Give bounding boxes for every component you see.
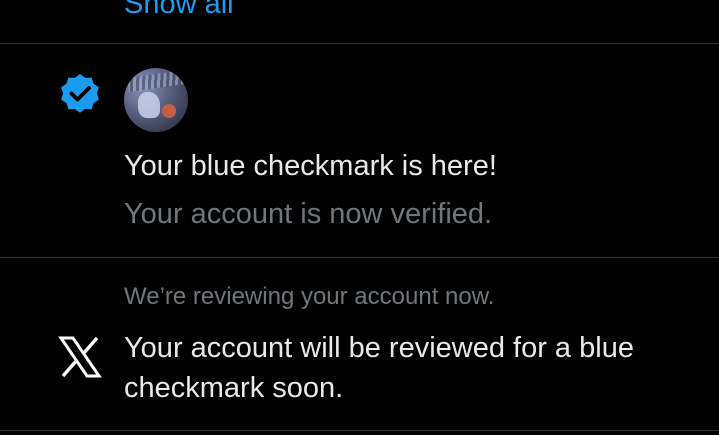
x-logo-icon [58, 336, 102, 378]
show-all-link[interactable]: Show all [124, 0, 234, 21]
divider [0, 430, 719, 431]
notification-title: Your blue checkmark is here! [124, 150, 497, 182]
avatar[interactable] [124, 68, 188, 132]
verified-badge-icon [61, 74, 99, 113]
notification-subtitle: Your account is now verified. [124, 198, 493, 230]
notification-header: We’re reviewing your account now. [124, 283, 495, 310]
notification-body: Your account will be reviewed for a blue… [124, 332, 634, 404]
